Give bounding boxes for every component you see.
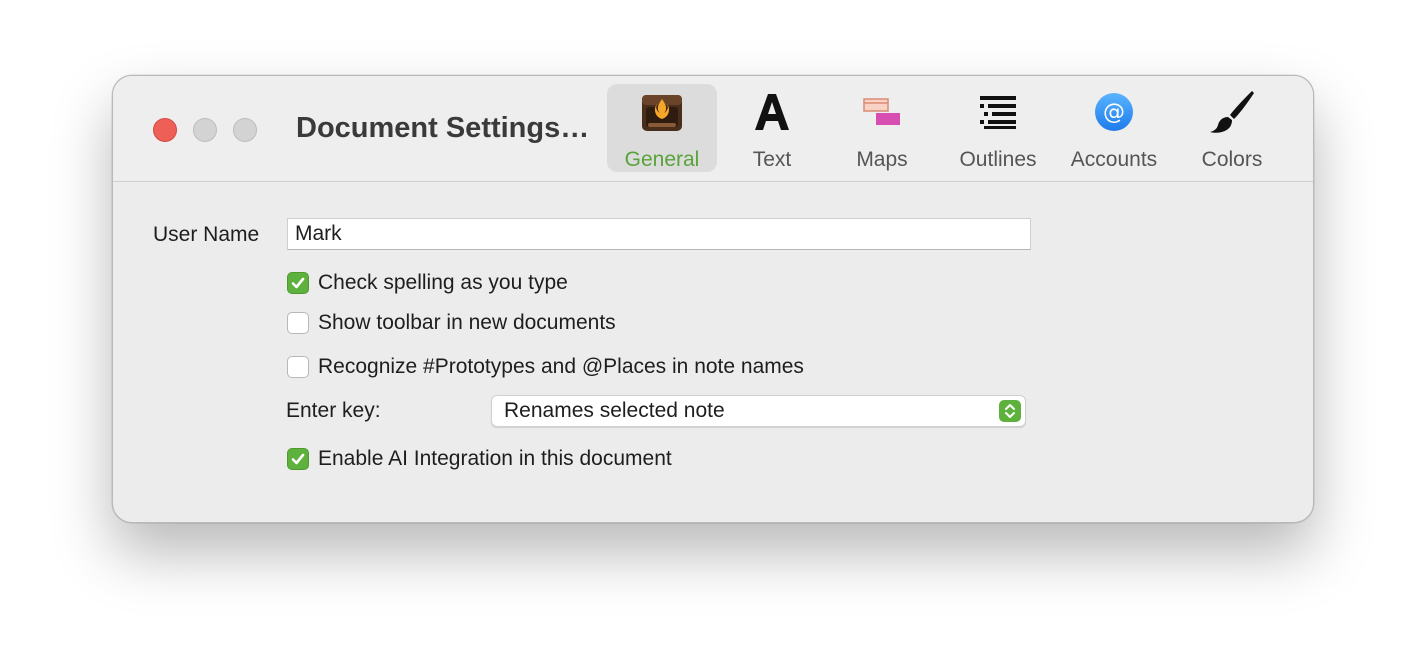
enter-key-label: Enter key: [286,399,381,422]
close-button[interactable] [153,118,177,142]
title-bar: Document Settings… General Text Maps Out… [113,76,1313,182]
letter-a-icon [742,88,802,136]
recognize-prototypes-checkbox[interactable] [287,356,309,378]
window-title: Document Settings… [296,112,590,144]
show-toolbar-label[interactable]: Show toolbar in new documents [318,311,616,335]
svg-text:@: @ [1103,100,1125,125]
map-notes-icon [852,88,912,136]
show-toolbar-checkbox[interactable] [287,312,309,334]
recognize-prototypes-label[interactable]: Recognize #Prototypes and @Places in not… [318,355,804,379]
outline-list-icon [968,88,1028,136]
tab-text[interactable]: Text [717,84,827,172]
tab-colors-label: Colors [1201,148,1263,171]
tab-accounts[interactable]: @ Accounts [1059,84,1169,172]
tab-text-label: Text [752,148,792,171]
checkmark-icon [291,453,305,465]
paintbrush-icon [1202,88,1262,136]
enable-ai-label[interactable]: Enable AI Integration in this document [318,447,672,471]
up-down-chevron-icon [999,400,1021,422]
tab-accounts-label: Accounts [1070,148,1158,171]
tab-outlines-label: Outlines [959,148,1037,171]
tab-general-label: General [624,148,700,171]
checkmark-icon [291,277,305,289]
tab-outlines[interactable]: Outlines [943,84,1053,172]
check-spelling-label[interactable]: Check spelling as you type [318,271,568,295]
at-sign-icon: @ [1084,88,1144,136]
tinderbox-app-icon [632,88,692,136]
settings-window: Document Settings… General Text Maps Out… [112,75,1314,523]
user-name-label: User Name [153,223,260,246]
enter-key-value: Renames selected note [504,399,725,422]
maximize-button[interactable] [233,118,257,142]
tab-colors[interactable]: Colors [1177,84,1287,172]
minimize-button[interactable] [193,118,217,142]
tab-general[interactable]: General [607,84,717,172]
enter-key-popup[interactable]: Renames selected note [491,395,1026,427]
tab-maps-label: Maps [856,148,908,171]
check-spelling-checkbox[interactable] [287,272,309,294]
user-name-field[interactable]: Mark [287,218,1031,250]
tab-maps[interactable]: Maps [827,84,937,172]
enable-ai-checkbox[interactable] [287,448,309,470]
